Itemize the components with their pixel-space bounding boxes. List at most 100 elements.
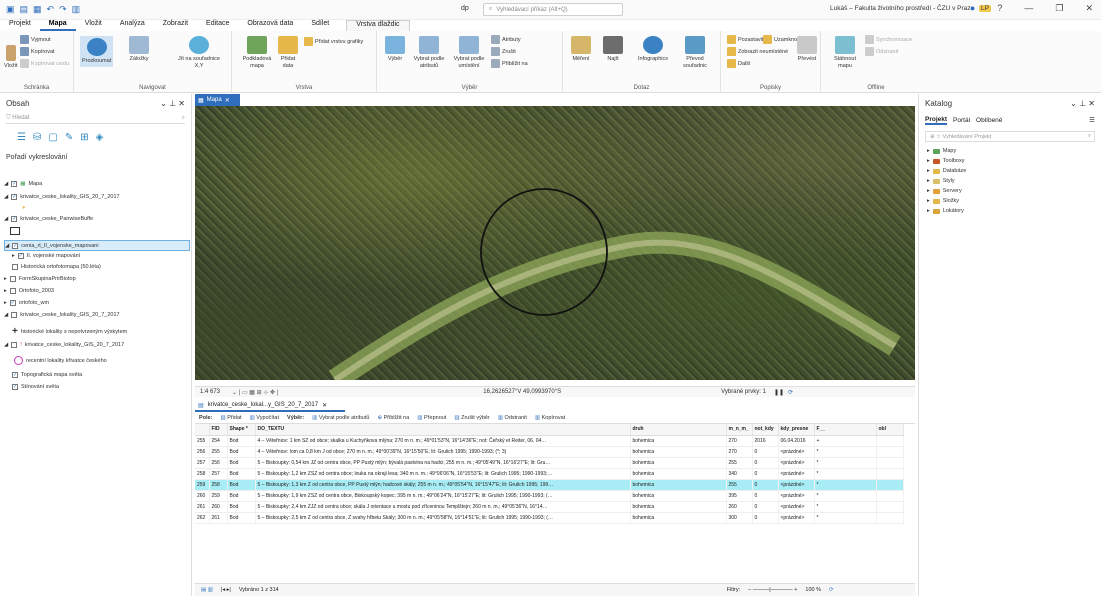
- command-search-input[interactable]: ⌕ Vyhledávací příkaz (Alt+Q): [483, 3, 623, 16]
- table-cell[interactable]: +: [814, 435, 877, 447]
- table-cell[interactable]: <prázdné>: [778, 501, 815, 513]
- save-icon[interactable]: ▦: [33, 4, 42, 15]
- catalog-item-toolboxes[interactable]: ▸ Toolboxy: [919, 156, 1101, 166]
- goto-xy-button[interactable]: Jít na souřadnice X,Y: [174, 36, 224, 70]
- table-cell[interactable]: 5 – Biskoupky: 2,4 km ZJZ od centra obce…: [255, 501, 631, 513]
- table-cell[interactable]: bohemica: [630, 490, 727, 502]
- column-header[interactable]: DO_TEXTU: [255, 424, 631, 436]
- table-cell[interactable]: 300: [726, 512, 753, 524]
- download-map-button[interactable]: Stáhnout mapu: [831, 36, 859, 70]
- add-field-button[interactable]: ▥ Přidat: [220, 415, 241, 421]
- table-cell[interactable]: 5 – Biskoupky: 1,9 km ZSZ od centra obce…: [255, 490, 631, 502]
- table-cell[interactable]: 5 – Biskoupky: 2,5 km Z od centra obce, …: [255, 512, 631, 524]
- refresh-icon[interactable]: ⟳: [788, 389, 793, 396]
- pause-drawing-icon[interactable]: ❚❚: [774, 389, 784, 396]
- table-cell[interactable]: <prázdné>: [778, 479, 815, 491]
- redo-icon[interactable]: ↷: [59, 4, 67, 15]
- table-cell[interactable]: 255: [726, 479, 753, 491]
- table-cell[interactable]: 0: [752, 501, 779, 513]
- catalog-item-locators[interactable]: ▸ Lokátory: [919, 206, 1101, 216]
- table-cell[interactable]: 256: [195, 446, 210, 458]
- minimize-icon[interactable]: —: [1024, 3, 1033, 14]
- zoom-level[interactable]: 100 %: [805, 587, 821, 593]
- table-cell[interactable]: <prázdné>: [778, 490, 815, 502]
- table-cell[interactable]: *: [814, 457, 877, 469]
- table-cell[interactable]: 0: [752, 468, 779, 480]
- undo-icon[interactable]: ↶: [47, 4, 55, 15]
- table-cell[interactable]: [876, 457, 904, 469]
- paste-button[interactable]: Vložit: [4, 45, 17, 70]
- catalog-item-styles[interactable]: ▸ Styly: [919, 176, 1101, 186]
- table-cell[interactable]: Bod: [227, 446, 256, 458]
- table-cell[interactable]: 0: [752, 479, 779, 491]
- layer-item[interactable]: recentní lokality křivatce českého: [14, 356, 107, 365]
- layer-item-selected[interactable]: ◢ ✓ cenia_rt_II_vojenske_mapovani: [4, 240, 190, 251]
- attribute-table-tab[interactable]: ▤ krivatce_ceske_lokal...y_GIS_20_7_2017…: [195, 400, 345, 412]
- table-cell[interactable]: *: [814, 446, 877, 458]
- select-by-location-button[interactable]: Vybrat podle umístění: [451, 36, 487, 70]
- table-cell[interactable]: <prázdné>: [778, 468, 815, 480]
- catalog-item-servers[interactable]: ▸ Servery: [919, 186, 1101, 196]
- column-header[interactable]: F__: [814, 424, 877, 436]
- table-cell[interactable]: 0: [752, 446, 779, 458]
- table-cell[interactable]: [876, 468, 904, 480]
- copy-button[interactable]: ▥ Kopírovat: [535, 415, 565, 421]
- maximize-icon[interactable]: ❐: [1055, 3, 1063, 14]
- table-cell[interactable]: 255: [726, 457, 753, 469]
- cut-button[interactable]: Vyjmout: [20, 35, 51, 44]
- measure-button[interactable]: Měření: [569, 36, 593, 63]
- table-cell[interactable]: 260: [195, 490, 210, 502]
- table-cell[interactable]: 395: [726, 490, 753, 502]
- table-cell[interactable]: bohemica: [630, 501, 727, 513]
- pane-options-icon[interactable]: ⌄ ⊥ ✕: [1070, 99, 1095, 108]
- clear-selection-table-button[interactable]: ▥ Zrušit výběr: [454, 415, 489, 421]
- column-header[interactable]: obl: [876, 424, 904, 436]
- table-cell[interactable]: 270: [726, 435, 753, 447]
- table-cell[interactable]: bohemica: [630, 468, 727, 480]
- nav-first-icon[interactable]: |◂ ▸|: [221, 587, 231, 593]
- table-cell[interactable]: 06.04.2016: [778, 435, 815, 447]
- attributes-button[interactable]: Atributy: [491, 35, 521, 44]
- editing-icon[interactable]: ✎: [65, 132, 73, 143]
- table-cell[interactable]: *: [814, 468, 877, 480]
- pane-options-icon[interactable]: ⌄ ⊥ ✕: [160, 99, 185, 108]
- close-icon[interactable]: ✕: [1085, 3, 1093, 14]
- help-icon[interactable]: ?: [997, 3, 1002, 14]
- table-cell[interactable]: 259: [209, 490, 228, 502]
- table-cell[interactable]: 5 – Biskoupky: 1,3 km Z od centra obce, …: [255, 479, 631, 491]
- tab-obrazova-data[interactable]: Obrazová data: [238, 20, 302, 31]
- table-row[interactable]: 259 258 Bod 5 – Biskoupky: 1,3 km Z od cent…: [195, 479, 904, 491]
- table-cell[interactable]: 0: [752, 490, 779, 502]
- table-cell[interactable]: 5 – Biskoupky: 1,2 km ZSZ od centra obce…: [255, 468, 631, 480]
- bookmarks-button[interactable]: Záložky: [129, 36, 149, 63]
- table-cell[interactable]: 0: [752, 457, 779, 469]
- table-row[interactable]: 255 254 Bod 4 – Věteřnice: 1 km SZ od obce;…: [195, 435, 904, 447]
- clear-selection-button[interactable]: Zrušit: [491, 47, 516, 56]
- layer-item[interactable]: ▸ ✓ II. vojenské mapování: [12, 253, 80, 259]
- new-project-icon[interactable]: ▣: [6, 4, 15, 15]
- table-cell[interactable]: Bod: [227, 501, 256, 513]
- table-cell[interactable]: 2016: [752, 435, 779, 447]
- data-source-icon[interactable]: ⛁: [33, 132, 41, 143]
- table-cell[interactable]: 260: [726, 501, 753, 513]
- catalog-item-folders[interactable]: ▸ Složky: [919, 196, 1101, 206]
- tab-sdilet[interactable]: Sdílet: [302, 20, 338, 31]
- table-row[interactable]: 258 257 Bod 5 – Biskoupky: 1,2 km ZSZ od ce…: [195, 468, 904, 480]
- column-header[interactable]: m_n_m_: [726, 424, 753, 436]
- tab-zobrazit[interactable]: Zobrazit: [154, 20, 197, 31]
- table-row[interactable]: 257 256 Bod 5 – Biskoupky: 0,54 km JZ od ce…: [195, 457, 904, 469]
- catalog-item-databases[interactable]: ▸ Databáze: [919, 166, 1101, 176]
- table-cell[interactable]: 257: [209, 468, 228, 480]
- table-cell[interactable]: bohemica: [630, 457, 727, 469]
- notification-icon[interactable]: ●: [970, 3, 975, 14]
- layer-item[interactable]: ✓ Topografická mapa světa: [12, 372, 82, 378]
- labeling-icon[interactable]: ◈: [96, 132, 104, 143]
- open-project-icon[interactable]: ▤: [20, 4, 29, 15]
- explore-button[interactable]: Prozkoumat: [80, 36, 114, 67]
- select-by-attributes-button[interactable]: Vybrat podle atributů: [411, 36, 447, 70]
- copy-button[interactable]: Kopírovat: [20, 47, 55, 56]
- table-cell[interactable]: 258: [195, 468, 210, 480]
- refresh-icon[interactable]: ⟳: [829, 587, 834, 593]
- select-by-attributes-table-button[interactable]: ▥ Vybrat podle atributů: [312, 415, 369, 421]
- scale-field[interactable]: 1:4 673: [200, 389, 220, 395]
